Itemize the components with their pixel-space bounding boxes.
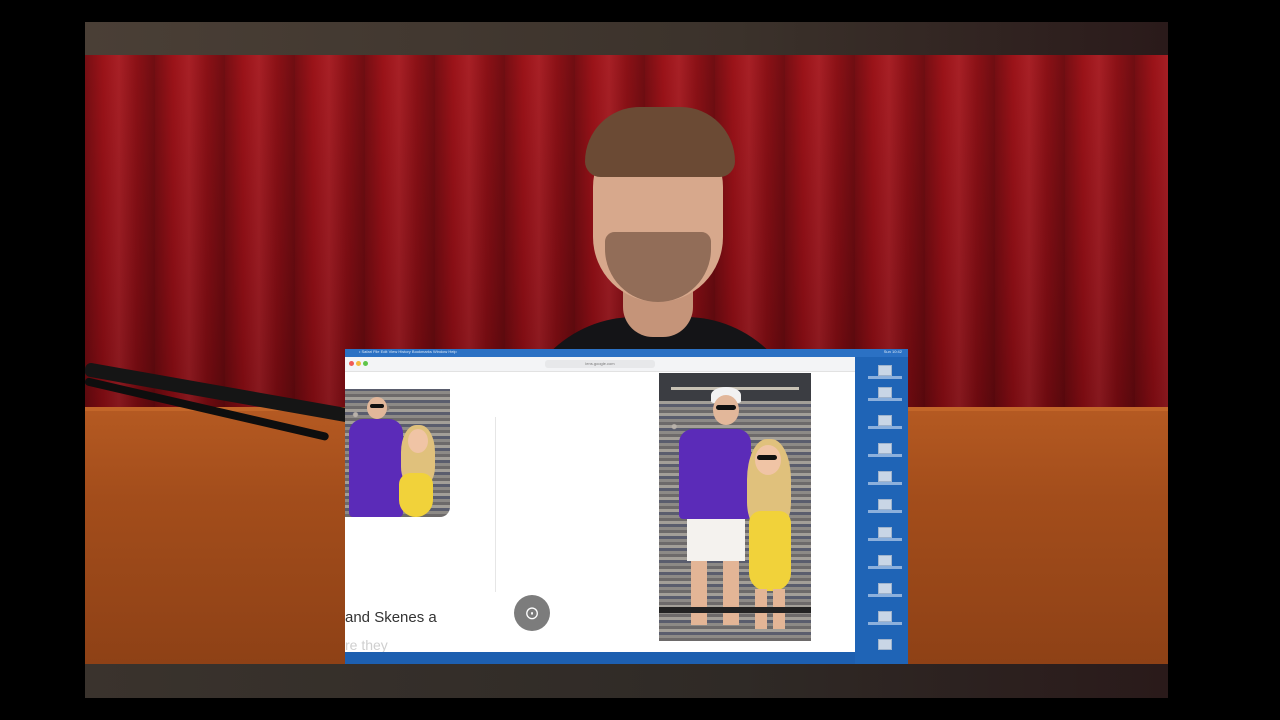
panel-divider (495, 417, 496, 592)
desktop-file-label (868, 482, 902, 485)
desktop-file-icon[interactable] (878, 499, 892, 510)
desktop-file-icon[interactable] (878, 527, 892, 538)
man-head (367, 397, 387, 419)
result-caption: and Skenes a (345, 609, 437, 626)
menubar-status: Sun 10:42 (883, 349, 902, 354)
desktop-file-label (868, 566, 902, 569)
letterbox-bottom (0, 698, 1280, 720)
letterbox-left (0, 22, 85, 698)
result-caption-faded: re they (345, 637, 388, 652)
man-leg-right (723, 561, 739, 625)
menubar-items[interactable]: • Safari File Edit View History Bookmark… (359, 349, 457, 354)
main-photo[interactable] (659, 373, 811, 641)
desktop-file-icon[interactable] (878, 443, 892, 454)
os-menubar: • Safari File Edit View History Bookmark… (345, 349, 908, 357)
desktop-file-label (868, 454, 902, 457)
sunglasses (370, 404, 384, 408)
desktop-file-icon[interactable] (878, 415, 892, 426)
desktop-file-icon[interactable] (878, 583, 892, 594)
man-leg-left (691, 561, 707, 625)
purple-polo (679, 429, 751, 519)
desktop-file-label (868, 594, 902, 597)
close-window-button[interactable] (349, 361, 354, 366)
desktop-file-label (868, 398, 902, 401)
letterbox-top (0, 0, 1280, 22)
desktop-file-icon[interactable] (878, 639, 892, 650)
yellow-dress (749, 511, 791, 591)
minimize-window-button[interactable] (356, 361, 361, 366)
desktop-icons-column (860, 357, 908, 664)
stadium-railing (659, 607, 811, 613)
desktop-file-label (868, 376, 902, 379)
woman-head (408, 429, 428, 453)
screen-share-overlay: • Safari File Edit View History Bookmark… (345, 349, 908, 664)
browser-toolbar: lens.google.com (345, 357, 855, 372)
woman-sunglasses (757, 455, 777, 460)
desktop-strip (345, 652, 855, 664)
purple-polo (349, 419, 403, 517)
woman-head (755, 445, 781, 475)
desktop-file-icon[interactable] (878, 387, 892, 398)
camera-search-icon[interactable]: ⊙ (514, 595, 550, 631)
white-shorts (687, 519, 745, 561)
yellow-dress (399, 473, 433, 517)
desktop-file-icon[interactable] (878, 365, 892, 376)
result-thumbnail[interactable] (345, 389, 450, 517)
desktop-file-icon[interactable] (878, 471, 892, 482)
browser-window: lens.google.com ⊙ and Skenes a re they (345, 357, 855, 652)
desktop-file-label (868, 426, 902, 429)
desktop-file-icon[interactable] (878, 555, 892, 566)
desktop-file-icon[interactable] (878, 611, 892, 622)
sunglasses (716, 405, 736, 410)
letterbox-right (1168, 22, 1280, 698)
desktop-file-label (868, 538, 902, 541)
host-hair (585, 107, 735, 177)
zoom-window-button[interactable] (363, 361, 368, 366)
man-head (713, 395, 739, 425)
desktop-file-label (868, 510, 902, 513)
address-bar[interactable]: lens.google.com (545, 360, 655, 368)
studio-bottom-band (85, 664, 1168, 698)
studio-top-band (85, 22, 1168, 55)
host-beard (605, 232, 711, 302)
desktop-file-label (868, 622, 902, 625)
